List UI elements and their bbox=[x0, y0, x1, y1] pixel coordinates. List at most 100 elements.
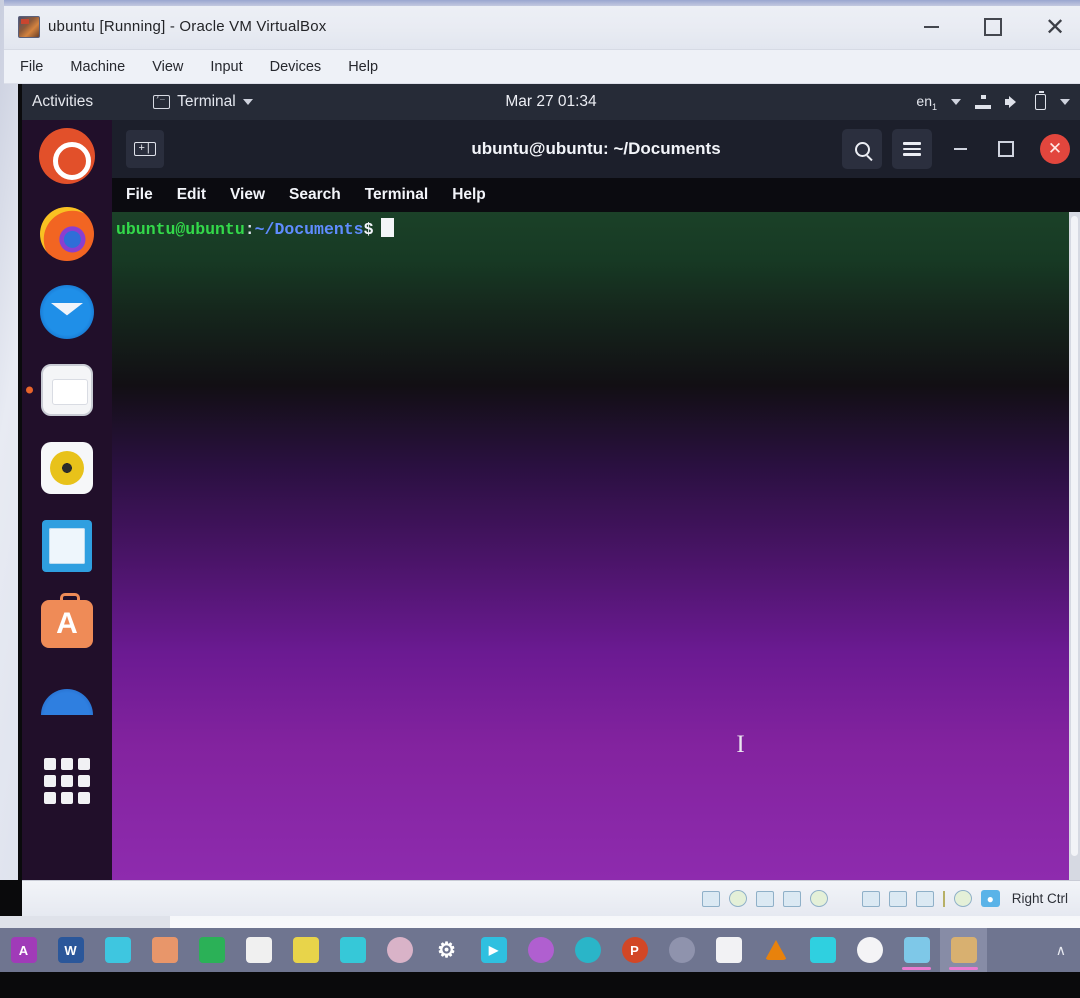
taskbar-item-paint[interactable] bbox=[376, 928, 423, 972]
menu-machine[interactable]: Machine bbox=[70, 59, 125, 75]
taskbar-item-xbox[interactable] bbox=[846, 928, 893, 972]
minimize-icon[interactable] bbox=[942, 131, 978, 167]
thunderbird-icon bbox=[40, 285, 94, 339]
gnome-status-area[interactable]: en1 bbox=[916, 90, 1070, 112]
menu-view[interactable]: View bbox=[152, 59, 183, 75]
taskbar-item-cloud[interactable] bbox=[799, 928, 846, 972]
hard-disk-icon[interactable] bbox=[701, 890, 720, 907]
show-applications-button[interactable] bbox=[44, 758, 90, 804]
taskbar-item-edge[interactable] bbox=[564, 928, 611, 972]
taskbar-item-onedrive-sync[interactable] bbox=[658, 928, 705, 972]
network-adapter-icon[interactable] bbox=[782, 890, 801, 907]
teal-app-icon bbox=[339, 937, 366, 963]
taskbar-item-photo-app[interactable] bbox=[517, 928, 564, 972]
paint-icon bbox=[386, 937, 413, 963]
taskbar-item-virtualbox[interactable] bbox=[893, 928, 940, 972]
dock-item-thunderbird[interactable] bbox=[39, 284, 95, 340]
optical-disk-icon[interactable] bbox=[728, 890, 747, 907]
floppy-icon[interactable] bbox=[755, 890, 774, 907]
terminal-output-area[interactable]: ubuntu@ubuntu:~/Documents$ I bbox=[112, 212, 1080, 880]
xbox-icon bbox=[856, 937, 883, 963]
maximize-icon[interactable] bbox=[988, 131, 1024, 167]
taskbar-item-settings[interactable]: ⚙ bbox=[423, 928, 470, 972]
access-icon: A bbox=[10, 937, 37, 963]
minimize-icon[interactable] bbox=[914, 12, 948, 42]
gnome-top-bar: Activities Terminal Mar 27 01:34 en1 bbox=[22, 84, 1080, 120]
taskbar-item-teal-app[interactable] bbox=[329, 928, 376, 972]
prompt-user-host: ubuntu@ubuntu bbox=[116, 220, 245, 239]
system-tray[interactable]: ∧ bbox=[1056, 942, 1080, 959]
new-tab-button[interactable]: +| bbox=[126, 130, 164, 168]
i-beam-pointer: I bbox=[736, 731, 745, 758]
mouse-icon[interactable] bbox=[953, 890, 972, 907]
usb-icon[interactable] bbox=[809, 890, 828, 907]
terminal-menu-terminal[interactable]: Terminal bbox=[365, 186, 428, 204]
taskbar-item-powerpoint[interactable]: P bbox=[611, 928, 658, 972]
keyboard-layout-indicator[interactable]: en1 bbox=[916, 93, 937, 112]
taskbar-item-vlc[interactable] bbox=[752, 928, 799, 972]
terminal-menu-search[interactable]: Search bbox=[289, 186, 341, 204]
active-window-icon bbox=[950, 937, 977, 963]
menu-help[interactable]: Help bbox=[348, 59, 378, 75]
recording-icon[interactable] bbox=[915, 890, 934, 907]
virtualbox-titlebar[interactable]: ubuntu [Running] - Oracle VM VirtualBox … bbox=[4, 0, 1080, 50]
battery-icon bbox=[1035, 90, 1046, 110]
dock-item-ubuntu-software[interactable]: A bbox=[39, 593, 95, 652]
search-icon[interactable] bbox=[842, 129, 882, 169]
taskbar-item-word[interactable]: W bbox=[47, 928, 94, 972]
play-icon: ▶ bbox=[480, 937, 507, 963]
chevron-down-icon[interactable] bbox=[1060, 98, 1070, 105]
hamburger-menu-icon[interactable] bbox=[892, 129, 932, 169]
dock-item-ubuntu-logo[interactable] bbox=[39, 128, 95, 184]
activities-button[interactable]: Activities bbox=[32, 93, 93, 111]
running-indicator-dot bbox=[26, 386, 33, 394]
dock-item-rhythmbox[interactable] bbox=[39, 440, 95, 496]
taskbar-item-contacts[interactable] bbox=[705, 928, 752, 972]
chevron-down-icon bbox=[242, 99, 253, 105]
terminal-menu-file[interactable]: File bbox=[126, 186, 153, 204]
dock-item-help[interactable] bbox=[39, 674, 95, 730]
ubuntu-software-icon: A bbox=[41, 593, 93, 648]
app-menu-terminal[interactable]: Terminal bbox=[153, 93, 253, 111]
app-menu-label: Terminal bbox=[177, 93, 236, 110]
taskbar-item-media-player[interactable]: ▶ bbox=[470, 928, 517, 972]
virtualbox-icon bbox=[18, 16, 40, 38]
taskbar-item-sticky-notes[interactable] bbox=[282, 928, 329, 972]
taskbar-item-notepad-blue[interactable] bbox=[94, 928, 141, 972]
statusbar-divider bbox=[942, 890, 945, 907]
dock-item-firefox[interactable] bbox=[39, 206, 95, 262]
close-icon[interactable]: ✕ bbox=[1040, 134, 1070, 164]
prompt-path: ~/Documents bbox=[254, 220, 364, 239]
taskbar-item-orange-app[interactable] bbox=[141, 928, 188, 972]
menu-file[interactable]: File bbox=[20, 59, 43, 75]
host-key-icon[interactable]: ● bbox=[980, 890, 1000, 907]
dock-item-files[interactable] bbox=[26, 362, 95, 418]
menu-devices[interactable]: Devices bbox=[270, 59, 322, 75]
photo-app-icon bbox=[527, 937, 554, 963]
gear-icon: ⚙ bbox=[437, 938, 456, 962]
terminal-prompt-line: ubuntu@ubuntu:~/Documents$ bbox=[112, 212, 1080, 240]
display-icon[interactable] bbox=[861, 890, 880, 907]
terminal-menu-edit[interactable]: Edit bbox=[177, 186, 206, 204]
taskbar-item-access[interactable]: A bbox=[0, 928, 47, 972]
cloud-icon bbox=[809, 937, 836, 963]
taskbar-item-excel[interactable] bbox=[188, 928, 235, 972]
close-icon[interactable]: ✕ bbox=[1038, 12, 1072, 42]
shared-folder-icon[interactable] bbox=[888, 890, 907, 907]
files-icon bbox=[41, 364, 93, 416]
network-icon bbox=[975, 94, 991, 109]
menu-input[interactable]: Input bbox=[210, 59, 242, 75]
maximize-icon[interactable] bbox=[976, 12, 1010, 42]
virtualbox-statusbar: ● Right Ctrl bbox=[22, 880, 1080, 916]
virtualbox-cube-icon bbox=[903, 937, 930, 963]
taskbar-item-active-window[interactable] bbox=[940, 928, 987, 972]
terminal-menu-view[interactable]: View bbox=[230, 186, 265, 204]
terminal-scrollbar[interactable] bbox=[1069, 212, 1080, 880]
guest-desktop: Activities Terminal Mar 27 01:34 en1 bbox=[22, 84, 1080, 880]
dock-item-libreoffice-writer[interactable] bbox=[39, 518, 95, 574]
taskbar-item-notes[interactable] bbox=[235, 928, 282, 972]
virtualbox-window: ubuntu [Running] - Oracle VM VirtualBox … bbox=[4, 0, 1080, 918]
gnome-clock[interactable]: Mar 27 01:34 bbox=[505, 93, 596, 111]
ubuntu-dock: A bbox=[22, 120, 112, 880]
terminal-menu-help[interactable]: Help bbox=[452, 186, 486, 204]
